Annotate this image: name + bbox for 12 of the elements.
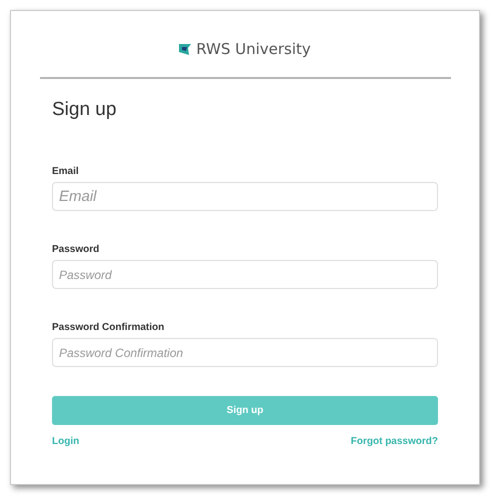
- page-title: Sign up: [52, 99, 118, 122]
- input-field[interactable]: Password: [52, 260, 438, 289]
- field-label: Password: [52, 244, 100, 256]
- logo-icon: [179, 44, 192, 55]
- login-link[interactable]: Login: [52, 434, 80, 449]
- input-field[interactable]: Email: [52, 182, 438, 211]
- field-label: Password Confirmation: [52, 322, 164, 334]
- sign-up-button[interactable]: Sign up: [52, 396, 438, 425]
- logo-text: RWS University: [196, 39, 311, 60]
- forgot-password-link[interactable]: Forgot password?: [350, 434, 438, 449]
- input-field[interactable]: Password Confirmation: [52, 338, 438, 367]
- field-label: Email: [52, 166, 79, 178]
